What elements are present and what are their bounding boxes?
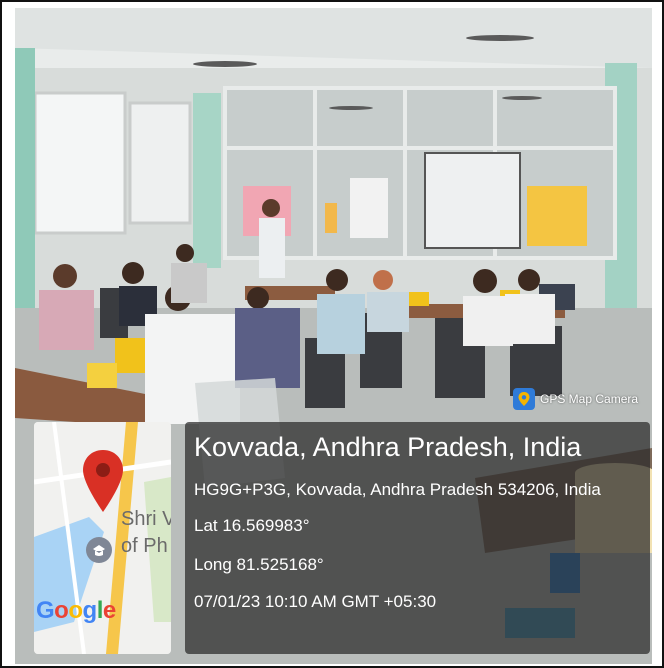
- image-frame: GPS Map Camera Shri V of Ph Google Kovva…: [0, 0, 664, 668]
- latitude: Lat 16.569983°: [194, 516, 310, 535]
- gps-map-camera-badge: GPS Map Camera: [513, 388, 638, 410]
- longitude: Long 81.525168°: [194, 555, 324, 574]
- map-pin-icon: [83, 450, 123, 512]
- map-poi-label-line2: of Ph: [121, 535, 168, 557]
- full-address: HG9G+P3G, Kovvada, Andhra Pradesh 534206…: [194, 480, 601, 499]
- gps-map-camera-icon: [513, 388, 535, 410]
- google-logo: Google: [36, 597, 116, 624]
- gps-map-camera-label: GPS Map Camera: [540, 392, 639, 406]
- map-thumbnail: Shri V of Ph Google: [34, 422, 171, 654]
- timestamp: 07/01/23 10:10 AM GMT +05:30: [194, 592, 437, 611]
- map-poi-label-line1: Shri V: [121, 508, 171, 530]
- place-name: Kovvada, Andhra Pradesh, India: [194, 432, 582, 462]
- location-info-panel: Kovvada, Andhra Pradesh, India HG9G+P3G,…: [185, 422, 650, 654]
